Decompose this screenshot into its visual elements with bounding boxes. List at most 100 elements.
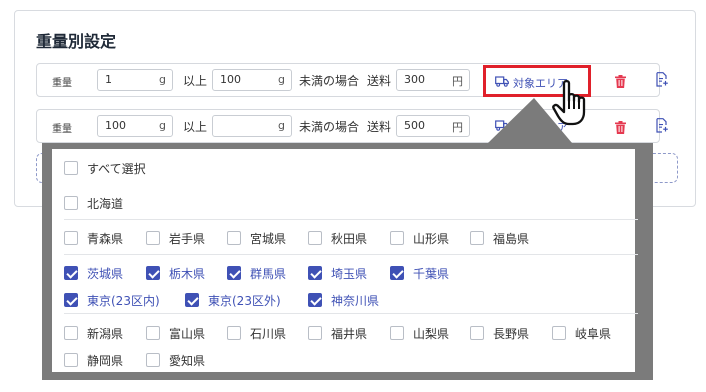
checkbox-unchecked-icon[interactable] <box>390 326 404 340</box>
prefecture-checkbox[interactable]: 新潟県 <box>64 325 123 341</box>
checkbox-label: 群馬県 <box>250 266 287 281</box>
shipping-fee-input[interactable]: 300 円 <box>396 69 470 91</box>
checkbox-label: 愛知県 <box>169 353 206 368</box>
prefecture-checkbox[interactable]: 宮城県 <box>227 230 286 246</box>
checkbox-unchecked-icon[interactable] <box>64 196 78 210</box>
prefecture-checkbox[interactable]: 栃木県 <box>146 265 205 281</box>
prefecture-checkbox[interactable]: 福島県 <box>470 230 529 246</box>
prefecture-checkbox[interactable]: 岐阜県 <box>552 325 611 341</box>
above-label: 以上 <box>183 74 208 88</box>
prefecture-checkbox[interactable]: 山梨県 <box>390 325 449 341</box>
prefecture-checkbox[interactable]: 石川県 <box>227 325 286 341</box>
divider <box>64 219 638 220</box>
checkbox-label: 新潟県 <box>87 326 124 341</box>
checkbox-label: 岩手県 <box>169 231 206 246</box>
checkbox-label: 神奈川県 <box>331 293 380 308</box>
checkbox-checked-icon[interactable] <box>308 266 322 280</box>
prefecture-checkbox[interactable]: 群馬県 <box>227 265 286 281</box>
below-label: 未満の場合 <box>299 74 360 88</box>
prefecture-checkbox[interactable]: すべて選択 <box>64 160 146 176</box>
prefecture-checkbox[interactable]: 千葉県 <box>390 265 449 281</box>
delete-icon[interactable] <box>615 73 626 92</box>
min-weight-input[interactable]: 100 g <box>97 115 173 137</box>
area-checkbox-panel: すべて選択北海道青森県 岩手県 宮城県 秋田県 山形県 福島県茨城県 栃木県 群馬県 埼玉県 千葉… <box>52 149 638 372</box>
checkbox-unchecked-icon[interactable] <box>146 231 160 245</box>
checkbox-label: 茨城県 <box>87 266 124 281</box>
checkbox-label: 山梨県 <box>413 326 450 341</box>
checkbox-label: 東京(23区内) <box>87 293 160 308</box>
prefecture-checkbox[interactable]: 福井県 <box>308 325 367 341</box>
above-label: 以上 <box>183 120 208 134</box>
weight-label: 重量 <box>52 124 72 135</box>
prefecture-checkbox[interactable]: 秋田県 <box>308 230 367 246</box>
prefecture-checkbox[interactable]: 山形県 <box>390 230 449 246</box>
checkbox-unchecked-icon[interactable] <box>552 326 566 340</box>
checkbox-unchecked-icon[interactable] <box>308 326 322 340</box>
checkbox-unchecked-icon[interactable] <box>227 326 241 340</box>
divider <box>64 313 638 314</box>
checkbox-unchecked-icon[interactable] <box>470 326 484 340</box>
truck-icon <box>495 76 509 90</box>
prefecture-checkbox[interactable]: 愛知県 <box>146 352 205 368</box>
checkbox-label: 埼玉県 <box>331 266 368 281</box>
checkbox-checked-icon[interactable] <box>146 266 160 280</box>
checkbox-checked-icon[interactable] <box>64 266 78 280</box>
checkbox-label: 北海道 <box>87 196 124 211</box>
copy-document-icon[interactable] <box>656 72 668 91</box>
checkbox-unchecked-icon[interactable] <box>64 353 78 367</box>
checkbox-label: 石川県 <box>250 326 287 341</box>
shipping-label: 送料 <box>367 74 392 88</box>
checkbox-label: 岐阜県 <box>575 326 612 341</box>
checkbox-label: 東京(23区外) <box>208 293 281 308</box>
checkbox-label: 千葉県 <box>413 266 450 281</box>
prefecture-checkbox[interactable]: 静岡県 <box>64 352 123 368</box>
prefecture-checkbox[interactable]: 神奈川県 <box>308 292 379 308</box>
checkbox-checked-icon[interactable] <box>390 266 404 280</box>
prefecture-checkbox[interactable]: 茨城県 <box>64 265 123 281</box>
section-title: 重量別設定 <box>36 32 117 51</box>
checkbox-unchecked-icon[interactable] <box>64 326 78 340</box>
copy-document-icon[interactable] <box>656 118 668 137</box>
prefecture-checkbox[interactable]: 長野県 <box>470 325 529 341</box>
checkbox-label: 福島県 <box>493 231 530 246</box>
max-weight-input[interactable]: g <box>212 115 292 137</box>
checkbox-unchecked-icon[interactable] <box>470 231 484 245</box>
checkbox-checked-icon[interactable] <box>64 293 78 307</box>
checkbox-label: 長野県 <box>493 326 530 341</box>
delete-icon[interactable] <box>615 119 626 138</box>
prefecture-checkbox[interactable]: 富山県 <box>146 325 205 341</box>
checkbox-unchecked-icon[interactable] <box>146 326 160 340</box>
checkbox-label: 秋田県 <box>331 231 368 246</box>
checkbox-unchecked-icon[interactable] <box>64 231 78 245</box>
checkbox-unchecked-icon[interactable] <box>390 231 404 245</box>
shipping-fee-input[interactable]: 500 円 <box>396 115 470 137</box>
prefecture-checkbox[interactable]: 岩手県 <box>146 230 205 246</box>
checkbox-label: 栃木県 <box>169 266 206 281</box>
divider <box>64 254 638 255</box>
checkbox-checked-icon[interactable] <box>227 266 241 280</box>
below-label: 未満の場合 <box>299 120 360 134</box>
checkbox-unchecked-icon[interactable] <box>308 231 322 245</box>
checkbox-label: 青森県 <box>87 231 124 246</box>
checkbox-label: 静岡県 <box>87 353 124 368</box>
max-weight-input[interactable]: 100 g <box>212 69 292 91</box>
prefecture-checkbox[interactable]: 青森県 <box>64 230 123 246</box>
checkbox-unchecked-icon[interactable] <box>146 353 160 367</box>
checkbox-checked-icon[interactable] <box>185 293 199 307</box>
prefecture-checkbox[interactable]: 東京(23区外) <box>185 292 281 308</box>
checkbox-label: すべて選択 <box>87 161 146 176</box>
weight-label: 重量 <box>52 78 72 89</box>
shipping-label: 送料 <box>367 120 392 134</box>
min-weight-input[interactable]: 1 g <box>97 69 173 91</box>
prefecture-checkbox[interactable]: 北海道 <box>64 195 123 211</box>
checkbox-label: 山形県 <box>413 231 450 246</box>
checkbox-label: 宮城県 <box>250 231 287 246</box>
checkbox-label: 福井県 <box>331 326 368 341</box>
checkbox-unchecked-icon[interactable] <box>64 161 78 175</box>
prefecture-checkbox[interactable]: 東京(23区内) <box>64 292 160 308</box>
checkbox-label: 富山県 <box>169 326 206 341</box>
prefecture-checkbox[interactable]: 埼玉県 <box>308 265 367 281</box>
checkbox-unchecked-icon[interactable] <box>227 231 241 245</box>
checkbox-checked-icon[interactable] <box>308 293 322 307</box>
area-select-popup: すべて選択北海道青森県 岩手県 宮城県 秋田県 山形県 福島県茨城県 栃木県 群馬県 埼玉県 千葉… <box>42 143 653 380</box>
